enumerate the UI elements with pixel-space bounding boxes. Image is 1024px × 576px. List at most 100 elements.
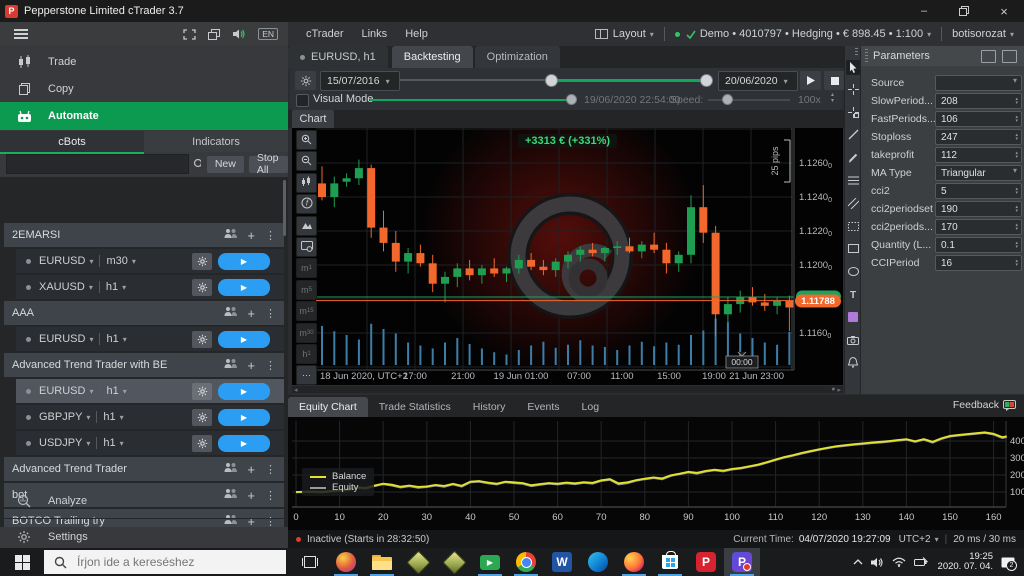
chevron-down-icon[interactable]: ▾ [122,283,126,292]
instance-timeframe[interactable]: h1 [106,385,118,397]
taskbar-app-firefox[interactable] [616,548,652,576]
add-instance-button[interactable]: + [247,462,255,477]
cbot-instance-row[interactable]: GBPJPY▾h1▾▶ [16,405,284,429]
stepper-arrows[interactable]: ▴▾ [1015,259,1018,267]
parameter-input[interactable]: 16▴▾ [935,255,1022,271]
layout-button[interactable]: Layout [613,28,646,40]
instance-symbol[interactable]: EURUSD [39,333,85,345]
workspace-name[interactable]: botisorozat [952,28,1006,40]
taskbar-app-word[interactable]: W [544,548,580,576]
timeframe-m15-button[interactable]: m15 [296,301,317,321]
menu-help[interactable]: Help [405,28,428,40]
language-badge[interactable]: EN [258,28,278,40]
account-summary[interactable]: Demo • 4010797 • Hedging • € 898.45 • 1:… [700,28,923,40]
sidebar-item-copy[interactable]: Copy [0,76,288,102]
feedback-button[interactable]: Feedback [953,399,1016,411]
chevron-down-icon[interactable]: ▾ [935,535,939,544]
add-instance-button[interactable]: + [247,228,255,243]
taskbar-app-pepperstone[interactable]: P [688,548,724,576]
instance-settings-button[interactable] [192,331,212,348]
cbot-instance-row[interactable]: EURUSD▾m30▾▶ [16,249,284,273]
taskbar-app-paint[interactable] [328,548,364,576]
kebab-menu-icon[interactable]: ⋮ [265,463,276,476]
copy-params-icon[interactable] [1002,50,1017,63]
instance-settings-button[interactable] [192,409,212,426]
speed-handle[interactable] [722,94,733,105]
instance-play-button[interactable]: ▶ [218,409,270,426]
parameter-input[interactable]: 170▴▾ [935,219,1022,235]
chevron-down-icon[interactable]: ▾ [89,387,93,396]
instance-play-button[interactable]: ▶ [218,253,270,270]
taskbar-app-task-view[interactable] [292,548,328,576]
parallel-lines-tool-button[interactable] [846,197,860,212]
range-end-handle[interactable] [700,74,713,87]
cbot-group-row[interactable]: 2EMARSI+⋮ [4,223,284,247]
stepper-arrows[interactable]: ▴▾ [1015,187,1018,195]
taskbar-app-play[interactable]: ▶ [472,548,508,576]
taskbar-app-file-explorer[interactable] [364,548,400,576]
taskbar-app-chrome[interactable] [508,548,544,576]
cbot-instance-row[interactable]: XAUUSD▾h1▾▶ [16,275,284,299]
taskbar-clock[interactable]: 19:25 2020. 07. 04. [938,552,993,572]
drag-grip[interactable] [865,49,868,63]
instance-settings-button[interactable] [192,383,212,400]
start-button[interactable] [0,548,44,576]
crosshair-tool-button[interactable] [846,83,860,98]
instance-play-button[interactable]: ▶ [218,435,270,452]
taskbar-app-microsoft-store[interactable] [652,548,688,576]
instance-symbol[interactable]: USDJPY [39,437,82,449]
kebab-menu-icon[interactable]: ⋮ [265,229,276,242]
parameter-input[interactable]: 112▴▾ [935,147,1022,163]
progress-handle[interactable] [566,94,577,105]
wifi-icon[interactable] [892,557,906,567]
price-chart[interactable]: 1.126001.124001.122001.120001.118001.116… [292,128,843,385]
parameter-select[interactable]: ▾ [935,75,1022,91]
instance-play-button[interactable]: ▶ [218,383,270,400]
instance-timeframe[interactable]: h1 [106,281,118,293]
sidebar-item-automate[interactable]: Automate [0,102,288,130]
chart-settings-button[interactable] [296,237,317,257]
add-instance-button[interactable]: + [247,306,255,321]
taskbar-app-metatrader-4[interactable] [400,548,436,576]
parameter-input[interactable]: 106▴▾ [935,111,1022,127]
parameters-header[interactable]: Parameters [861,46,1024,66]
instance-symbol[interactable]: GBPJPY [39,411,82,423]
cbot-group-row[interactable]: AAA+⋮ [4,301,284,325]
cbot-group-row[interactable]: Advanced Trend Trader with BE+⋮ [4,353,284,377]
notification-center-icon[interactable]: 2 [1001,556,1016,569]
speed-stepper[interactable]: ▴▾ [831,92,834,104]
speaker-icon[interactable] [232,28,246,40]
zoom-out-button[interactable] [296,151,317,171]
anchor-tool-button[interactable] [846,106,860,121]
instance-settings-button[interactable] [192,435,212,452]
instance-timeframe[interactable]: h1 [103,411,115,423]
instance-timeframe[interactable]: m30 [106,255,127,267]
tab-indicators[interactable]: Indicators [144,131,288,152]
symbol-tab[interactable]: EURUSD, h1 [288,46,388,68]
sidebar-item-trade[interactable]: Trade [0,49,288,75]
stepper-arrows[interactable]: ▴▾ [1015,97,1018,105]
chevron-down-icon[interactable]: ▾ [650,30,654,39]
minimize-button[interactable]: – [904,0,944,22]
restore-button[interactable] [944,0,984,22]
cbot-instance-row[interactable]: USDJPY▾h1▾▶ [16,431,284,455]
tab-trade-statistics[interactable]: Trade Statistics [368,397,462,417]
add-instance-button[interactable]: + [247,358,255,373]
trend-line-tool-button[interactable] [846,128,860,143]
chevron-down-icon[interactable]: ▾ [86,439,90,448]
instance-symbol[interactable]: EURUSD [39,255,85,267]
tab-equity-chart[interactable]: Equity Chart [288,397,368,417]
alert-bell-tool-button[interactable] [846,356,860,371]
instance-settings-button[interactable] [192,253,212,270]
stop-backtest-button[interactable] [824,71,845,90]
cursor-tool-button[interactable] [846,60,860,75]
parameter-input[interactable]: 190▴▾ [935,201,1022,217]
pattern-rect-tool-button[interactable] [846,220,860,235]
chevron-down-icon[interactable]: ▾ [89,283,93,292]
play-backtest-button[interactable] [800,71,821,90]
chevron-down-icon[interactable]: ▾ [1010,30,1014,39]
cbot-instance-row[interactable]: EURUSD▾h1▾▶ [16,379,284,403]
visual-mode-checkbox[interactable] [296,94,309,107]
tab-events[interactable]: Events [516,397,570,417]
parameter-input[interactable]: 0.1▴▾ [935,237,1022,253]
